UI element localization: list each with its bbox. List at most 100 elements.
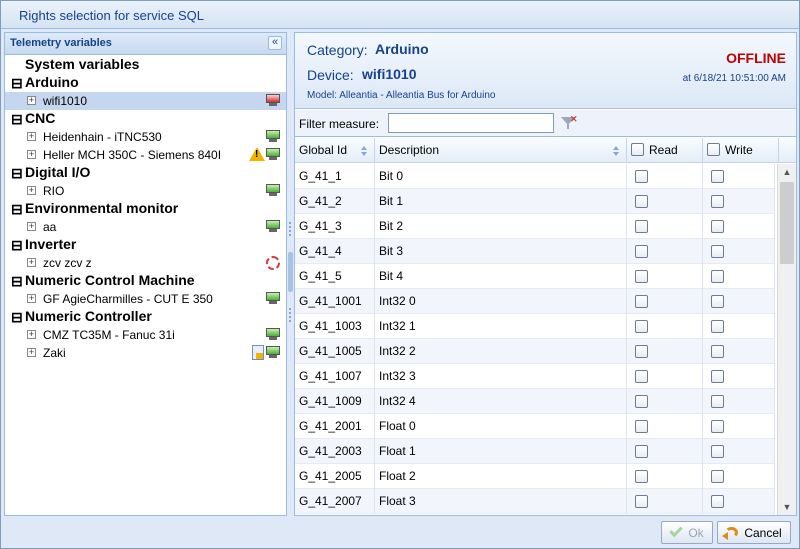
collapse-icon[interactable]: ⊟ bbox=[11, 75, 23, 92]
read-checkbox[interactable] bbox=[635, 420, 648, 433]
table-row[interactable]: G_41_4 Bit 3 bbox=[295, 239, 775, 264]
clear-filter-icon[interactable]: ✕ bbox=[561, 114, 578, 131]
read-checkbox[interactable] bbox=[635, 245, 648, 258]
tree-node-label: aa bbox=[43, 220, 57, 234]
tree-category-node[interactable]: ⊟ CNC bbox=[5, 110, 286, 128]
tree-device-node[interactable]: + Zaki bbox=[5, 344, 286, 362]
table-row[interactable]: G_41_1009 Int32 4 bbox=[295, 389, 775, 414]
table-row[interactable]: G_41_1003 Int32 1 bbox=[295, 314, 775, 339]
tree-device-node[interactable]: + aa bbox=[5, 218, 286, 236]
table-row[interactable]: G_41_1005 Int32 2 bbox=[295, 339, 775, 364]
pc-online-icon bbox=[266, 220, 280, 233]
read-checkbox[interactable] bbox=[635, 170, 648, 183]
table-row[interactable]: G_41_2003 Float 1 bbox=[295, 439, 775, 464]
tree-category-node[interactable]: ⊟ Numeric Control Machine bbox=[5, 272, 286, 290]
column-header-description[interactable]: Description bbox=[375, 138, 627, 163]
filter-input[interactable] bbox=[388, 113, 554, 133]
description-cell: Int32 3 bbox=[375, 364, 627, 389]
table-row[interactable]: G_41_1001 Int32 0 bbox=[295, 289, 775, 314]
write-checkbox[interactable] bbox=[711, 470, 724, 483]
table-row[interactable]: G_41_5 Bit 4 bbox=[295, 264, 775, 289]
write-checkbox[interactable] bbox=[711, 170, 724, 183]
global-id-cell: G_41_5 bbox=[295, 264, 375, 289]
write-checkbox[interactable] bbox=[711, 245, 724, 258]
grid-scrollbar[interactable]: ▲ ▼ bbox=[777, 164, 796, 515]
tree-system-node[interactable]: System variables bbox=[5, 56, 286, 74]
read-checkbox[interactable] bbox=[635, 295, 648, 308]
collapse-icon[interactable]: ⊟ bbox=[11, 273, 23, 290]
read-checkbox[interactable] bbox=[635, 320, 648, 333]
expand-icon[interactable]: + bbox=[27, 348, 36, 357]
tree-device-node[interactable]: + GF AgieCharmilles - CUT E 350 bbox=[5, 290, 286, 308]
description-cell: Bit 2 bbox=[375, 214, 627, 239]
read-checkbox[interactable] bbox=[635, 495, 648, 508]
collapse-icon[interactable]: ⊟ bbox=[11, 165, 23, 182]
write-checkbox[interactable] bbox=[711, 370, 724, 383]
expand-icon[interactable]: + bbox=[27, 96, 36, 105]
global-id-cell: G_41_1 bbox=[295, 164, 375, 189]
write-checkbox[interactable] bbox=[711, 295, 724, 308]
collapse-icon[interactable]: ⊟ bbox=[11, 111, 23, 128]
read-checkbox[interactable] bbox=[635, 445, 648, 458]
write-checkbox[interactable] bbox=[711, 320, 724, 333]
tree-category-node[interactable]: ⊟ Environmental monitor bbox=[5, 200, 286, 218]
expand-icon[interactable]: + bbox=[27, 222, 36, 231]
read-all-checkbox[interactable] bbox=[631, 143, 644, 156]
write-checkbox[interactable] bbox=[711, 495, 724, 508]
read-checkbox[interactable] bbox=[635, 270, 648, 283]
read-checkbox[interactable] bbox=[635, 220, 648, 233]
tree-device-node[interactable]: + wifi1010 bbox=[5, 92, 286, 110]
write-cell bbox=[703, 239, 775, 264]
cancel-button[interactable]: Cancel bbox=[717, 521, 791, 544]
tree-category-node[interactable]: ⊟ Numeric Controller bbox=[5, 308, 286, 326]
write-checkbox[interactable] bbox=[711, 195, 724, 208]
tree-category-node[interactable]: ⊟ Inverter bbox=[5, 236, 286, 254]
read-checkbox[interactable] bbox=[635, 195, 648, 208]
read-checkbox[interactable] bbox=[635, 470, 648, 483]
ok-button[interactable]: Ok bbox=[661, 521, 713, 544]
description-cell: Float 0 bbox=[375, 414, 627, 439]
tree-device-node[interactable]: + Heidenhain - iTNC530 bbox=[5, 128, 286, 146]
write-checkbox[interactable] bbox=[711, 445, 724, 458]
collapse-icon[interactable]: ⊟ bbox=[11, 201, 23, 218]
table-row[interactable]: G_41_3 Bit 2 bbox=[295, 214, 775, 239]
collapse-panel-button[interactable]: « bbox=[268, 36, 282, 50]
expand-icon[interactable]: + bbox=[27, 294, 36, 303]
table-row[interactable]: G_41_2001 Float 0 bbox=[295, 414, 775, 439]
expand-icon[interactable]: + bbox=[27, 132, 36, 141]
tree-device-node[interactable]: + zcv zcv z bbox=[5, 254, 286, 272]
write-checkbox[interactable] bbox=[711, 270, 724, 283]
write-checkbox[interactable] bbox=[711, 420, 724, 433]
grid-header: Global Id Description Read Write bbox=[295, 138, 796, 163]
splitter-handle[interactable] bbox=[288, 252, 293, 292]
scroll-down-icon[interactable]: ▼ bbox=[778, 499, 796, 515]
read-checkbox[interactable] bbox=[635, 370, 648, 383]
read-checkbox[interactable] bbox=[635, 395, 648, 408]
tree-category-node[interactable]: ⊟ Digital I/O bbox=[5, 164, 286, 182]
table-row[interactable]: G_41_1007 Int32 3 bbox=[295, 364, 775, 389]
expand-icon[interactable]: + bbox=[27, 150, 36, 159]
write-all-checkbox[interactable] bbox=[707, 143, 720, 156]
tree-device-node[interactable]: + RIO bbox=[5, 182, 286, 200]
write-checkbox[interactable] bbox=[711, 395, 724, 408]
table-row[interactable]: G_41_2 Bit 1 bbox=[295, 189, 775, 214]
collapse-icon[interactable]: ⊟ bbox=[11, 309, 23, 326]
collapse-icon[interactable]: ⊟ bbox=[11, 237, 23, 254]
scrollbar-thumb[interactable] bbox=[780, 182, 794, 264]
expand-icon[interactable]: + bbox=[27, 186, 36, 195]
expand-icon[interactable]: + bbox=[27, 258, 36, 267]
link-broken-icon bbox=[266, 256, 280, 270]
panel-splitter[interactable] bbox=[287, 32, 294, 516]
write-checkbox[interactable] bbox=[711, 345, 724, 358]
read-checkbox[interactable] bbox=[635, 345, 648, 358]
tree-category-node[interactable]: ⊟ Arduino bbox=[5, 74, 286, 92]
write-checkbox[interactable] bbox=[711, 220, 724, 233]
column-header-global-id[interactable]: Global Id bbox=[295, 138, 375, 163]
expand-icon[interactable]: + bbox=[27, 330, 36, 339]
tree-device-node[interactable]: + CMZ TC35M - Fanuc 31i bbox=[5, 326, 286, 344]
table-row[interactable]: G_41_2005 Float 2 bbox=[295, 464, 775, 489]
scroll-up-icon[interactable]: ▲ bbox=[778, 164, 796, 180]
table-row[interactable]: G_41_1 Bit 0 bbox=[295, 164, 775, 189]
table-row[interactable]: G_41_2007 Float 3 bbox=[295, 489, 775, 514]
tree-device-node[interactable]: + Heller MCH 350C - Siemens 840I bbox=[5, 146, 286, 164]
